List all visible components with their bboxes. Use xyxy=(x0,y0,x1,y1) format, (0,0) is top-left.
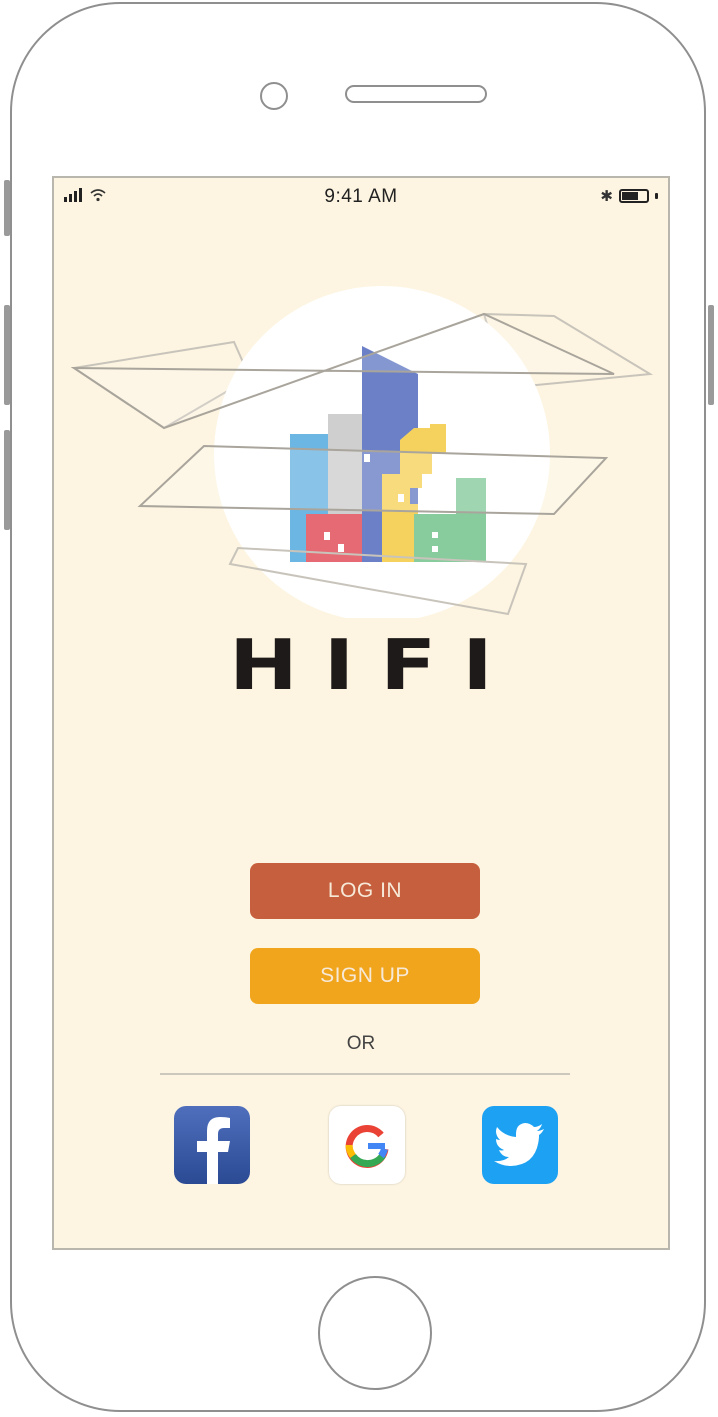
battery-icon xyxy=(619,189,649,203)
status-bar: 9:41 AM ✱ xyxy=(54,178,668,218)
status-time: 9:41 AM xyxy=(324,186,398,207)
power-button xyxy=(708,305,714,405)
home-button[interactable] xyxy=(318,1276,432,1390)
status-right: ✱ xyxy=(600,187,658,205)
battery-nub xyxy=(655,193,658,199)
twitter-icon xyxy=(494,1123,544,1166)
or-separator-label: OR xyxy=(346,1033,376,1054)
earpiece-speaker xyxy=(345,85,487,103)
facebook-login-button[interactable] xyxy=(174,1106,250,1184)
facebook-icon xyxy=(197,1117,230,1184)
google-icon xyxy=(345,1125,389,1168)
volume-up-button xyxy=(4,305,10,405)
bluetooth-icon: ✱ xyxy=(600,188,613,205)
hifi-logo-icon xyxy=(70,286,654,618)
google-login-button[interactable] xyxy=(329,1106,405,1184)
volume-down-button xyxy=(4,430,10,530)
login-button[interactable]: LOG IN xyxy=(250,863,480,919)
signup-button[interactable]: SIGN UP xyxy=(250,948,480,1004)
app-screen: 9:41 AM ✱ HIFI LOG IN SIGN UP OR xyxy=(52,176,670,1250)
divider-line xyxy=(160,1073,570,1075)
brand-wordmark: HIFI xyxy=(229,625,519,706)
front-camera xyxy=(260,82,288,110)
mute-switch xyxy=(4,180,10,236)
twitter-login-button[interactable] xyxy=(482,1106,558,1184)
